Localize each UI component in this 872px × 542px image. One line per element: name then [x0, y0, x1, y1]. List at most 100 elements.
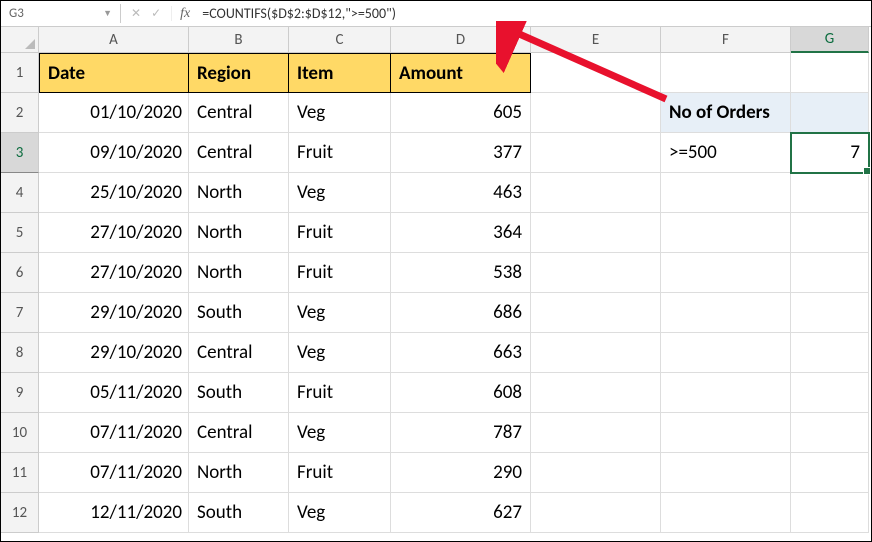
- col-header-f[interactable]: F: [661, 27, 791, 53]
- cell-d6[interactable]: 538: [391, 253, 531, 293]
- cell-a9[interactable]: 05/11/2020: [39, 373, 189, 413]
- cell-b10[interactable]: Central: [189, 413, 289, 453]
- cell-g7[interactable]: [791, 293, 869, 333]
- cell-c11[interactable]: Fruit: [289, 453, 391, 493]
- row-header-11[interactable]: 11: [1, 453, 39, 493]
- row-header-5[interactable]: 5: [1, 213, 39, 253]
- cell-e8[interactable]: [531, 333, 661, 373]
- cell-c6[interactable]: Fruit: [289, 253, 391, 293]
- fx-icon[interactable]: fx: [172, 6, 198, 22]
- col-header-d[interactable]: D: [391, 27, 531, 53]
- cell-e6[interactable]: [531, 253, 661, 293]
- cell-e3[interactable]: [531, 133, 661, 173]
- cell-e1[interactable]: [531, 53, 661, 93]
- row-header-4[interactable]: 4: [1, 173, 39, 213]
- cell-a3[interactable]: 09/10/2020: [39, 133, 189, 173]
- cell-d1[interactable]: Amount: [391, 53, 531, 93]
- row-header-10[interactable]: 10: [1, 413, 39, 453]
- cell-e12[interactable]: [531, 493, 661, 533]
- cell-a1[interactable]: Date: [39, 53, 189, 93]
- select-all-corner[interactable]: [1, 27, 39, 53]
- cell-b11[interactable]: North: [189, 453, 289, 493]
- row-header-7[interactable]: 7: [1, 293, 39, 333]
- cell-d2[interactable]: 605: [391, 93, 531, 133]
- cell-f3[interactable]: >=500: [661, 133, 791, 173]
- cell-c2[interactable]: Veg: [289, 93, 391, 133]
- cell-c5[interactable]: Fruit: [289, 213, 391, 253]
- col-header-g[interactable]: G: [791, 27, 869, 53]
- cell-c9[interactable]: Fruit: [289, 373, 391, 413]
- cell-d4[interactable]: 463: [391, 173, 531, 213]
- cell-a7[interactable]: 29/10/2020: [39, 293, 189, 333]
- cell-a11[interactable]: 07/11/2020: [39, 453, 189, 493]
- col-header-e[interactable]: E: [531, 27, 661, 53]
- cell-f1[interactable]: [661, 53, 791, 93]
- cell-g1[interactable]: [791, 53, 869, 93]
- cancel-icon[interactable]: ✕: [131, 6, 141, 21]
- formula-input[interactable]: =COUNTIFS($D$2:$D$12,">=500"): [198, 3, 871, 24]
- cell-f11[interactable]: [661, 453, 791, 493]
- row-header-12[interactable]: 12: [1, 493, 39, 533]
- cell-a2[interactable]: 01/10/2020: [39, 93, 189, 133]
- cell-f2[interactable]: No of Orders: [661, 93, 791, 133]
- row-header-1[interactable]: 1: [1, 53, 39, 93]
- cell-a4[interactable]: 25/10/2020: [39, 173, 189, 213]
- enter-icon[interactable]: ✓: [151, 6, 161, 21]
- col-header-b[interactable]: B: [189, 27, 289, 53]
- cell-d5[interactable]: 364: [391, 213, 531, 253]
- cell-d12[interactable]: 627: [391, 493, 531, 533]
- cell-a5[interactable]: 27/10/2020: [39, 213, 189, 253]
- cell-g6[interactable]: [791, 253, 869, 293]
- cell-g12[interactable]: [791, 493, 869, 533]
- cell-b7[interactable]: South: [189, 293, 289, 333]
- cell-c12[interactable]: Veg: [289, 493, 391, 533]
- cell-g11[interactable]: [791, 453, 869, 493]
- cell-f6[interactable]: [661, 253, 791, 293]
- cell-c1[interactable]: Item: [289, 53, 391, 93]
- row-header-3[interactable]: 3: [1, 133, 39, 173]
- cell-g3[interactable]: 7: [791, 133, 869, 173]
- cell-d3[interactable]: 377: [391, 133, 531, 173]
- cell-a10[interactable]: 07/11/2020: [39, 413, 189, 453]
- cell-g9[interactable]: [791, 373, 869, 413]
- cell-b1[interactable]: Region: [189, 53, 289, 93]
- cell-f7[interactable]: [661, 293, 791, 333]
- cell-c10[interactable]: Veg: [289, 413, 391, 453]
- cell-a12[interactable]: 12/11/2020: [39, 493, 189, 533]
- cell-f4[interactable]: [661, 173, 791, 213]
- cell-b2[interactable]: Central: [189, 93, 289, 133]
- cell-e10[interactable]: [531, 413, 661, 453]
- name-box-dropdown-icon[interactable]: ▼: [103, 8, 112, 19]
- cell-c8[interactable]: Veg: [289, 333, 391, 373]
- cell-d8[interactable]: 663: [391, 333, 531, 373]
- cell-a8[interactable]: 29/10/2020: [39, 333, 189, 373]
- col-header-c[interactable]: C: [289, 27, 391, 53]
- cell-b5[interactable]: North: [189, 213, 289, 253]
- cell-d11[interactable]: 290: [391, 453, 531, 493]
- cell-f8[interactable]: [661, 333, 791, 373]
- cell-f12[interactable]: [661, 493, 791, 533]
- cell-b3[interactable]: Central: [189, 133, 289, 173]
- name-box[interactable]: G3 ▼: [1, 4, 121, 23]
- cell-d9[interactable]: 608: [391, 373, 531, 413]
- row-header-2[interactable]: 2: [1, 93, 39, 133]
- cell-c4[interactable]: Veg: [289, 173, 391, 213]
- cell-e4[interactable]: [531, 173, 661, 213]
- cell-d7[interactable]: 686: [391, 293, 531, 333]
- cell-b8[interactable]: Central: [189, 333, 289, 373]
- row-header-8[interactable]: 8: [1, 333, 39, 373]
- col-header-a[interactable]: A: [39, 27, 189, 53]
- cell-e11[interactable]: [531, 453, 661, 493]
- cell-b9[interactable]: South: [189, 373, 289, 413]
- cell-f9[interactable]: [661, 373, 791, 413]
- cell-b6[interactable]: North: [189, 253, 289, 293]
- cell-e7[interactable]: [531, 293, 661, 333]
- cell-b12[interactable]: South: [189, 493, 289, 533]
- cell-f5[interactable]: [661, 213, 791, 253]
- cell-g4[interactable]: [791, 173, 869, 213]
- cell-g2[interactable]: [791, 93, 869, 133]
- cell-e2[interactable]: [531, 93, 661, 133]
- cell-a6[interactable]: 27/10/2020: [39, 253, 189, 293]
- cell-g5[interactable]: [791, 213, 869, 253]
- cell-e9[interactable]: [531, 373, 661, 413]
